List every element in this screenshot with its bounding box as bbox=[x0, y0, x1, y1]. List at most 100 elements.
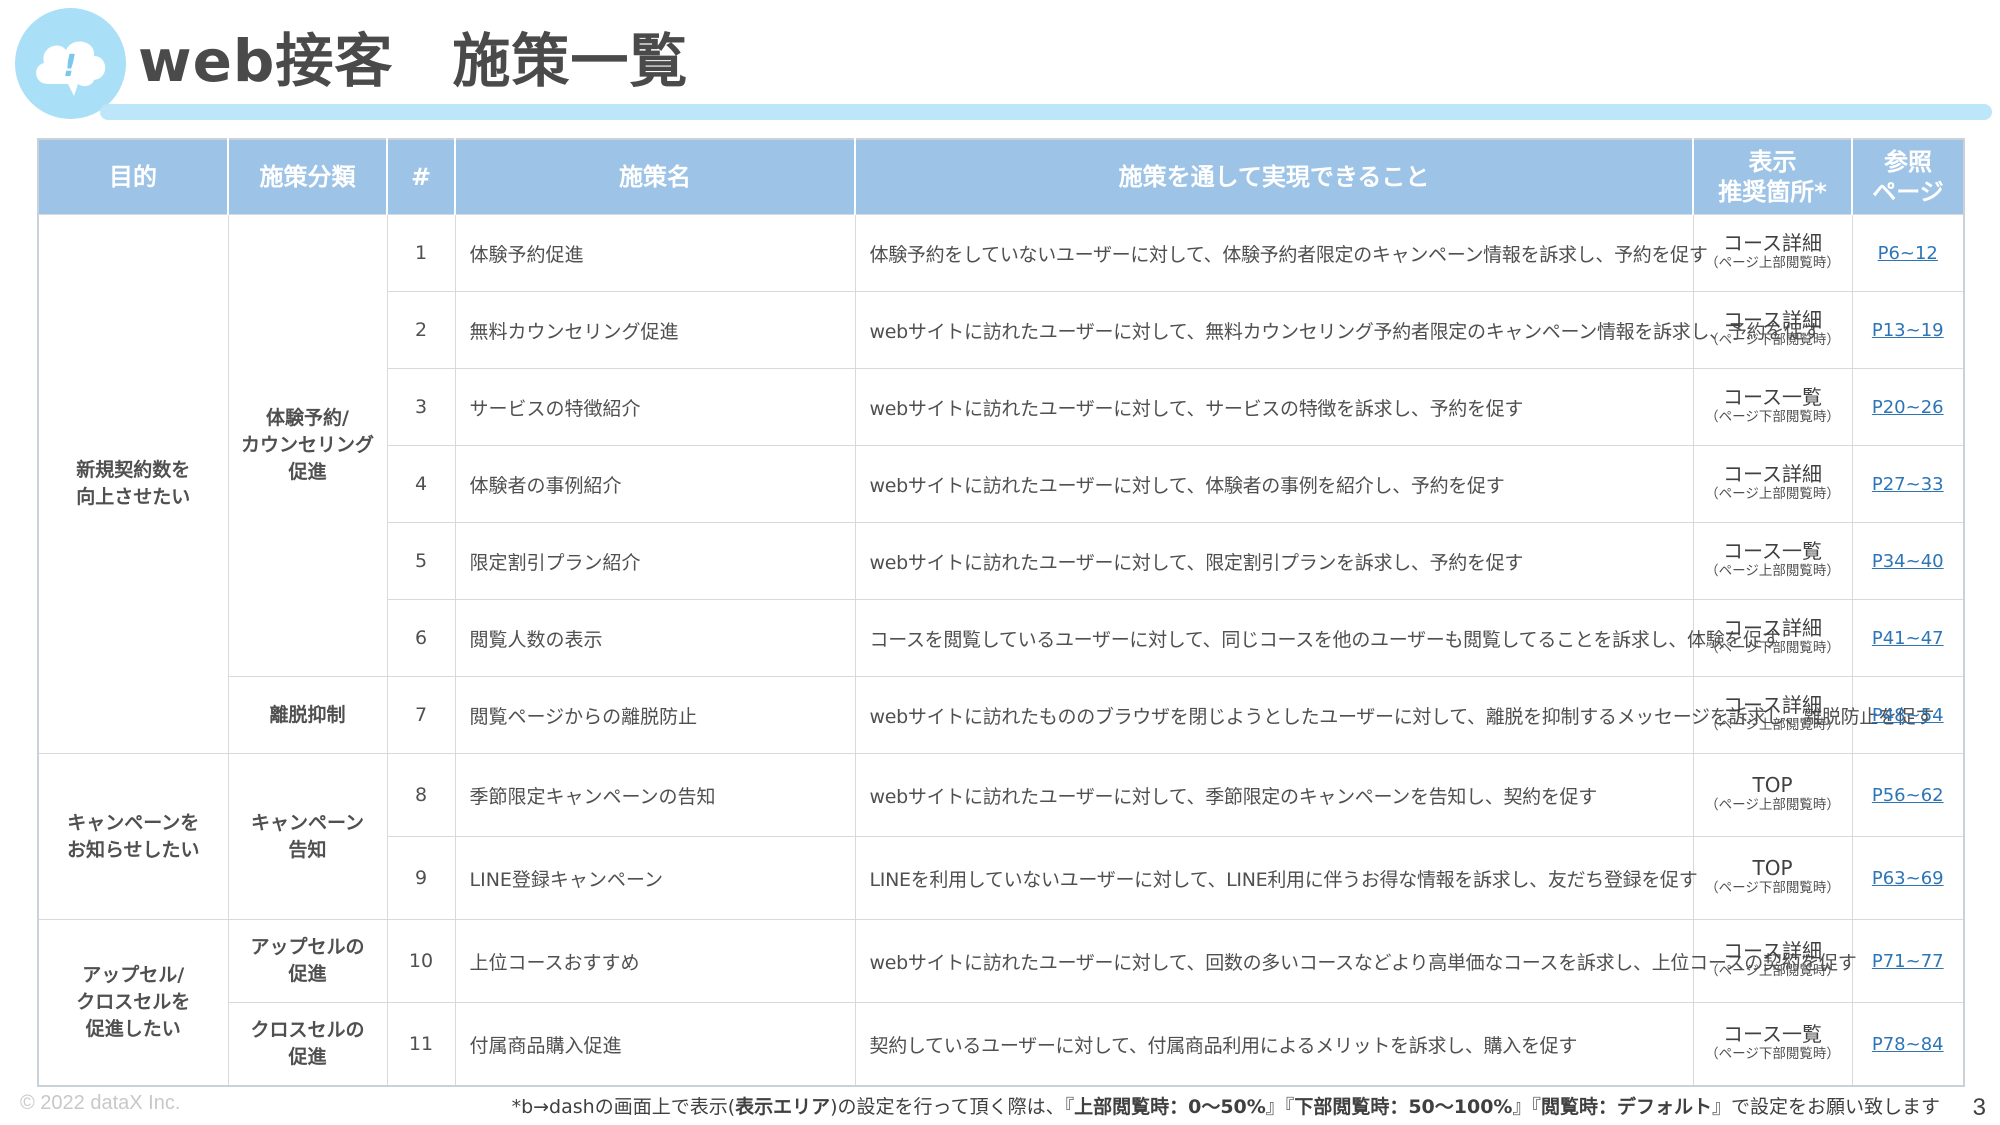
footnote-sep: 』『 bbox=[1265, 1096, 1295, 1118]
row-number: 3 bbox=[386, 368, 456, 446]
row-number: 6 bbox=[386, 599, 456, 677]
header-purpose: 目的 bbox=[38, 139, 228, 215]
position-sub: （ページ下部閲覧時） bbox=[1705, 332, 1840, 348]
reference-link[interactable]: P41~47 bbox=[1872, 628, 1944, 649]
measure-name: 体験者の事例紹介 bbox=[454, 445, 856, 523]
position-main: コース一覧 bbox=[1723, 385, 1822, 409]
title-underline bbox=[100, 104, 1992, 120]
position-sub: （ページ上部閲覧時） bbox=[1705, 255, 1840, 271]
reference-cell: P71~77 bbox=[1851, 919, 1965, 1003]
reference-link[interactable]: P6~12 bbox=[1878, 243, 1938, 264]
row-number: 8 bbox=[386, 753, 456, 837]
reference-cell: P34~40 bbox=[1851, 522, 1965, 600]
reference-cell: P13~19 bbox=[1851, 291, 1965, 369]
measure-description: webサイトに訪れたユーザーに対して、季節限定のキャンペーンを告知し、契約を促す bbox=[854, 753, 1694, 837]
display-position: コース詳細 （ページ上部閲覧時） bbox=[1692, 445, 1853, 523]
page-title: web接客 施策一覧 bbox=[138, 27, 689, 95]
reference-cell: P63~69 bbox=[1851, 836, 1965, 920]
reference-link[interactable]: P27~33 bbox=[1872, 474, 1944, 495]
header-category: 施策分類 bbox=[227, 139, 387, 215]
position-sub: （ページ下部閲覧時） bbox=[1705, 640, 1840, 656]
footnote-prefix: *b→dashの画面上で表示( bbox=[511, 1096, 736, 1118]
display-position: コース詳細 （ページ上部閲覧時） bbox=[1692, 919, 1853, 1003]
measure-name: 限定割引プラン紹介 bbox=[454, 522, 856, 600]
footnote-bold-upper: 上部閲覧時：0～50% bbox=[1074, 1096, 1266, 1118]
category-cell: クロスセルの 促進 bbox=[227, 1002, 388, 1087]
purpose-cell: 新規契約数を 向上させたい bbox=[37, 214, 229, 754]
measure-description: 体験予約をしていないユーザーに対して、体験予約者限定のキャンペーン情報を訴求し、… bbox=[854, 214, 1708, 292]
category-cell: 離脱抑制 bbox=[227, 676, 388, 754]
reference-link[interactable]: P63~69 bbox=[1872, 868, 1944, 889]
display-position: コース一覧 （ページ下部閲覧時） bbox=[1692, 1002, 1853, 1087]
table-row: 新規契約数を 向上させたい 体験予約/ カウンセリング 促進 1 体験予約促進 … bbox=[37, 214, 1965, 754]
display-position: コース詳細 （ページ下部閲覧時） bbox=[1692, 599, 1853, 677]
display-position: コース詳細 （ページ上部閲覧時） bbox=[1692, 676, 1853, 754]
measure-name: 上位コースおすすめ bbox=[454, 919, 856, 1003]
position-sub: （ページ下部閲覧時） bbox=[1705, 409, 1840, 425]
footnote-bold-lower: 下部閲覧時：50～100% bbox=[1294, 1096, 1513, 1118]
measure-description: webサイトに訪れたユーザーに対して、回数の多いコースなどより高単価なコースを訴… bbox=[854, 919, 1857, 1003]
measure-name: 体験予約促進 bbox=[454, 214, 856, 292]
row-number: 4 bbox=[386, 445, 456, 523]
purpose-cell: キャンペーンを お知らせしたい bbox=[37, 753, 229, 920]
reference-cell: P6~12 bbox=[1851, 214, 1965, 292]
cloud-exclamation-icon: ! bbox=[36, 41, 106, 96]
display-position: コース一覧 （ページ上部閲覧時） bbox=[1692, 522, 1853, 600]
reference-link[interactable]: P48~54 bbox=[1872, 705, 1944, 726]
measure-name: 季節限定キャンペーンの告知 bbox=[454, 753, 856, 837]
measure-description: LINEを利用していないユーザーに対して、LINE利用に伴うお得な情報を訴求し、… bbox=[854, 836, 1698, 920]
header-reference: 参照 ページ bbox=[1851, 139, 1964, 215]
row-number: 7 bbox=[386, 676, 456, 754]
reference-link[interactable]: P71~77 bbox=[1872, 951, 1944, 972]
reference-link[interactable]: P20~26 bbox=[1872, 397, 1944, 418]
measure-name: サービスの特徴紹介 bbox=[454, 368, 856, 446]
row-number: 10 bbox=[386, 919, 456, 1003]
reference-cell: P41~47 bbox=[1851, 599, 1965, 677]
table-row: キャンペーンを お知らせしたい キャンペーン 告知 8 季節限定キャンペーンの告… bbox=[37, 753, 1965, 920]
reference-cell: P27~33 bbox=[1851, 445, 1965, 523]
row-number: 2 bbox=[386, 291, 456, 369]
footnote-bold-area: 表示エリア bbox=[735, 1096, 831, 1118]
measure-description: 契約しているユーザーに対して、付属商品利用によるメリットを訴求し、購入を促す bbox=[854, 1002, 1694, 1087]
measure-name: 閲覧人数の表示 bbox=[454, 599, 856, 677]
position-main: コース一覧 bbox=[1723, 539, 1822, 563]
header-number: # bbox=[386, 139, 455, 215]
svg-text:!: ! bbox=[63, 49, 77, 84]
reference-cell: P78~84 bbox=[1851, 1002, 1965, 1087]
header-name: 施策名 bbox=[454, 139, 855, 215]
measures-table: 目的 施策分類 # 施策名 施策を通して実現できること 表示 推奨箇所* 参照 … bbox=[37, 138, 1965, 1087]
footnote-bold-default: 閲覧時：デフォルト bbox=[1540, 1096, 1712, 1118]
measure-description: webサイトに訪れたユーザーに対して、体験者の事例を紹介し、予約を促す bbox=[854, 445, 1694, 523]
measure-name: 付属商品購入促進 bbox=[454, 1002, 856, 1087]
reference-cell: P20~26 bbox=[1851, 368, 1965, 446]
position-sub: （ページ上部閲覧時） bbox=[1705, 963, 1840, 979]
position-sub: （ページ下部閲覧時） bbox=[1705, 1046, 1840, 1062]
position-sub: （ページ上部閲覧時） bbox=[1705, 486, 1840, 502]
title-bar: ! web接客 施策一覧 bbox=[0, 0, 2000, 125]
measure-name: 無料カウンセリング促進 bbox=[454, 291, 856, 369]
measure-description: webサイトに訪れたもののブラウザを閉じようとしたユーザーに対して、離脱を抑制す… bbox=[854, 676, 1934, 754]
copyright: © 2022 dataX Inc. bbox=[20, 1092, 181, 1114]
reference-link[interactable]: P78~84 bbox=[1872, 1034, 1944, 1055]
position-sub: （ページ下部閲覧時） bbox=[1705, 880, 1840, 896]
position-sub: （ページ上部閲覧時） bbox=[1705, 717, 1840, 733]
header-description: 施策を通して実現できること bbox=[854, 139, 1693, 215]
table-header-row: 目的 施策分類 # 施策名 施策を通して実現できること 表示 推奨箇所* 参照 … bbox=[38, 139, 1964, 215]
row-number: 11 bbox=[386, 1002, 456, 1087]
table-row: アップセル/ クロスセルを 促進したい アップセルの 促進 10 上位コースおす… bbox=[37, 919, 1965, 1087]
reference-link[interactable]: P13~19 bbox=[1872, 320, 1944, 341]
measure-name: LINE登録キャンペーン bbox=[454, 836, 856, 920]
display-position: コース一覧 （ページ下部閲覧時） bbox=[1692, 368, 1853, 446]
reference-link[interactable]: P56~62 bbox=[1872, 785, 1944, 806]
category-cell: アップセルの 促進 bbox=[227, 919, 388, 1003]
measure-description: コースを閲覧しているユーザーに対して、同じコースを他のユーザーも閲覧してることを… bbox=[854, 599, 1781, 677]
table-row: 離脱抑制 7 閲覧ページからの離脱防止 webサイトに訪れたもののブラウザを閉じ… bbox=[38, 676, 1965, 754]
measure-description: webサイトに訪れたユーザーに対して、限定割引プランを訴求し、予約を促す bbox=[854, 522, 1694, 600]
reference-link[interactable]: P34~40 bbox=[1872, 551, 1944, 572]
footnote: *b→dashの画面上で表示(表示エリア)の設定を行って頂く際は、『上部閲覧時：… bbox=[512, 1092, 1940, 1119]
category-cell: キャンペーン 告知 bbox=[227, 753, 388, 920]
footnote-suffix: 』で設定をお願い致します bbox=[1711, 1096, 1940, 1118]
display-position: コース詳細 （ページ上部閲覧時） bbox=[1692, 214, 1853, 292]
position-sub: （ページ上部閲覧時） bbox=[1705, 563, 1840, 579]
page-number: 3 bbox=[1972, 1094, 1986, 1121]
